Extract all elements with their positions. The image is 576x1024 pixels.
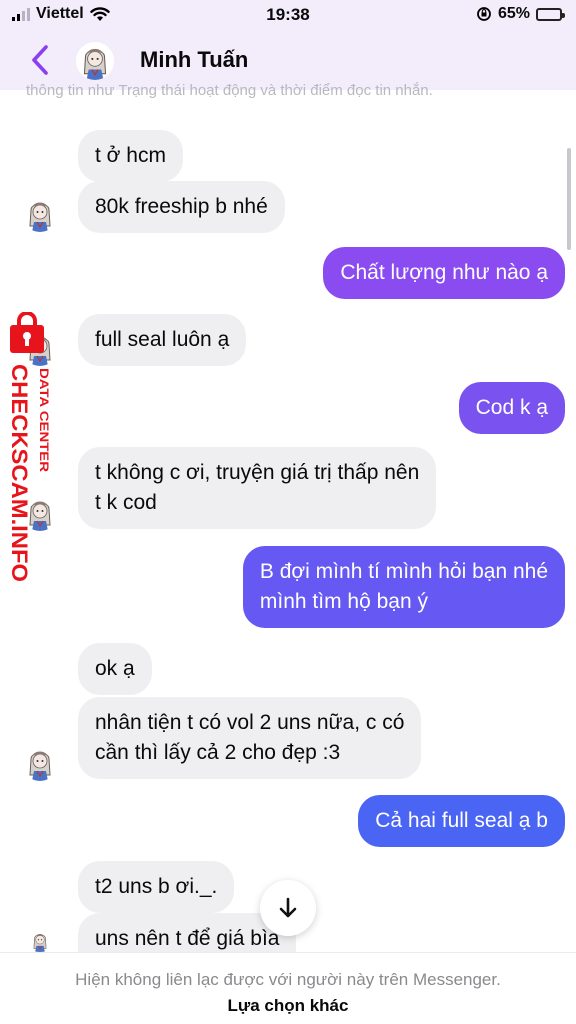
- watermark-sub: DATA CENTER: [37, 368, 51, 472]
- battery-percent: 65%: [497, 5, 530, 22]
- message-incoming[interactable]: t ở hcm: [78, 130, 183, 182]
- status-bar: Viettel 19:38 65%: [0, 0, 576, 30]
- message-outgoing[interactable]: B đợi mình tí mình hỏi bạn nhé mình tìm …: [242, 546, 565, 628]
- message-outgoing[interactable]: Cả hai full seal ạ b: [358, 795, 565, 847]
- message-incoming[interactable]: t2 uns b ơi._.: [78, 861, 235, 913]
- message-line: mình tìm hộ bạn ý: [259, 590, 428, 613]
- watermark-brand: CHECKSCAM.INFO: [7, 364, 32, 582]
- contact-name[interactable]: Minh Tuấn: [140, 47, 248, 73]
- message-line: cần thì lấy cả 2 cho đẹp :3: [95, 741, 341, 764]
- scroll-to-bottom-button[interactable]: [260, 880, 316, 936]
- message-incoming[interactable]: full seal luôn ạ: [78, 314, 247, 366]
- other-options-link[interactable]: Lựa chọn khác: [0, 996, 576, 1016]
- message-incoming[interactable]: ok ạ: [78, 643, 152, 695]
- message-line: B đợi mình tí mình hỏi bạn nhé: [259, 560, 548, 583]
- back-arrow-icon[interactable]: [26, 42, 56, 78]
- message-outgoing[interactable]: Cod k ạ: [458, 382, 565, 434]
- message-line: t k cod: [95, 491, 157, 514]
- checkscam-watermark: CHECKSCAM.INFO DATA CENTER: [7, 312, 51, 582]
- message-line: nhân tiện t có vol 2 uns nữa, c có: [95, 711, 405, 734]
- message-incoming[interactable]: 80k freeship b nhé: [78, 181, 285, 233]
- status-right: 65%: [476, 5, 565, 23]
- unavailable-notice: Hiện không liên lạc được với người này t…: [75, 970, 501, 989]
- message-incoming[interactable]: t không c ơi, truyện giá trị thấp nên t …: [78, 447, 437, 529]
- message-incoming[interactable]: nhân tiện t có vol 2 uns nữa, c có cần t…: [78, 697, 422, 779]
- battery-icon: [536, 7, 565, 21]
- privacy-notice-text: thông tin như Trạng thái hoạt động và th…: [26, 82, 433, 99]
- contact-avatar: [22, 196, 58, 232]
- scrollbar[interactable]: [567, 148, 571, 250]
- arrow-down-icon: [279, 897, 297, 918]
- contact-avatar[interactable]: [76, 42, 114, 80]
- message-line: t không c ơi, truyện giá trị thấp nên: [95, 461, 420, 484]
- composer-unavailable-bar: Hiện không liên lạc được với người này t…: [0, 952, 576, 1024]
- message-outgoing[interactable]: Chất lượng như nào ạ: [323, 247, 565, 299]
- contact-avatar: [22, 930, 58, 952]
- conversation-header: Minh Tuấn: [0, 30, 576, 90]
- orientation-lock-icon: [477, 7, 491, 21]
- contact-avatar: [22, 745, 58, 781]
